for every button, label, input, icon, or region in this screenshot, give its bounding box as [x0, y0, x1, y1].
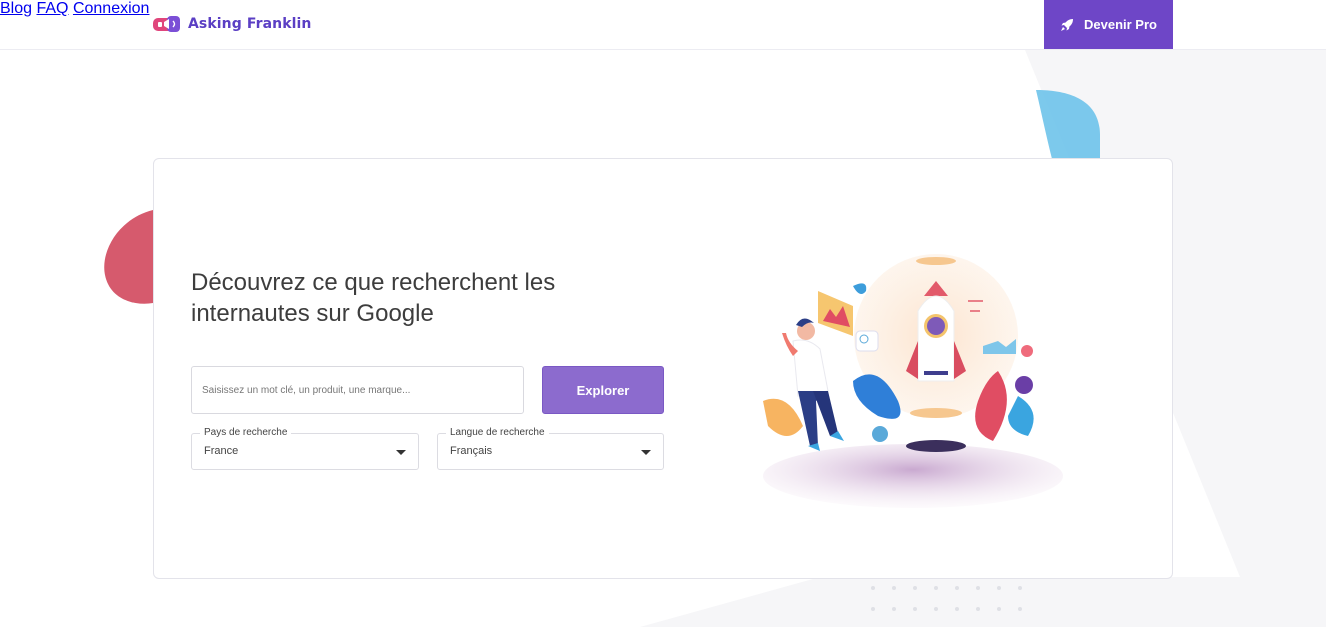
become-pro-button[interactable]: Devenir Pro: [1044, 0, 1173, 49]
become-pro-label: Devenir Pro: [1084, 17, 1157, 32]
explore-button[interactable]: Explorer: [542, 366, 664, 414]
rocket-icon: [1061, 18, 1073, 31]
language-select[interactable]: Langue de recherche Français: [437, 426, 664, 470]
top-navbar: Asking Franklin Blog FAQ Connexion Deven…: [0, 0, 1326, 50]
chevron-down-icon: [396, 450, 406, 455]
language-select-value: Français: [450, 445, 493, 457]
megaphone-logo-icon: [153, 16, 180, 32]
hero-headline-line1: Découvrez ce que recherchent les: [191, 269, 556, 296]
keyword-search-input[interactable]: [191, 366, 524, 414]
logo-text: Asking Franklin: [188, 16, 312, 32]
rocket-illustration: [763, 254, 1063, 508]
nav-link-faq[interactable]: FAQ: [36, 0, 68, 17]
nav-link-blog[interactable]: Blog: [0, 0, 32, 17]
chevron-down-icon: [641, 450, 651, 455]
hero-headline: Découvrez ce que recherchent les interna…: [191, 267, 611, 329]
hero-headline-line2: internautes sur Google: [191, 300, 434, 327]
hero-card: Découvrez ce que recherchent les interna…: [153, 158, 1173, 579]
language-select-label: Langue de recherche: [446, 426, 549, 440]
nav-link-connexion[interactable]: Connexion: [73, 0, 150, 17]
country-select-label: Pays de recherche: [200, 426, 292, 440]
logo[interactable]: Asking Franklin: [152, 13, 312, 35]
country-select[interactable]: Pays de recherche France: [191, 426, 419, 470]
country-select-value: France: [204, 445, 239, 457]
